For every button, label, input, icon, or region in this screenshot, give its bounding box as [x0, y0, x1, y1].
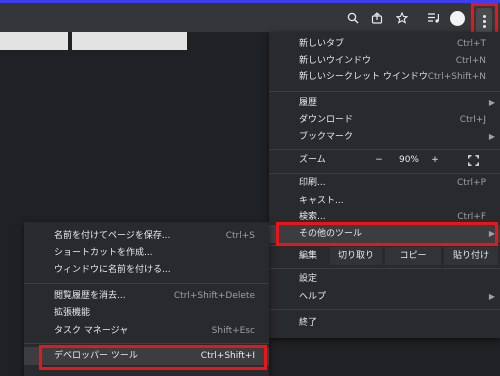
menu-item-print[interactable]: 印刷... Ctrl+P	[269, 174, 500, 192]
submenu-arrow-icon: ▶	[488, 132, 495, 141]
menu-item-history[interactable]: 履歴 ▶	[269, 94, 500, 112]
kebab-menu-icon[interactable]	[476, 8, 492, 34]
menu-divider	[269, 268, 500, 269]
submenu-item-extensions[interactable]: 拡張機能	[24, 304, 269, 322]
submenu-item-clear-data[interactable]: 閲覧履歴を消去... Ctrl+Shift+Delete	[24, 287, 269, 305]
zoom-in-button[interactable]: +	[425, 151, 445, 169]
menu-divider	[269, 149, 500, 150]
edit-paste-button[interactable]: 貼り付け	[444, 247, 498, 265]
bookmark-star-icon[interactable]	[395, 11, 409, 25]
menu-item-find[interactable]: 検索... Ctrl+F	[269, 208, 500, 226]
menu-item-exit[interactable]: 終了	[269, 314, 500, 332]
submenu-item-name-window[interactable]: ウィンドウに名前を付ける...	[24, 261, 269, 279]
submenu-arrow-icon: ▶	[488, 229, 495, 238]
profile-avatar[interactable]	[450, 11, 465, 26]
submenu-arrow-icon: ▶	[488, 98, 495, 107]
menu-divider	[24, 283, 269, 284]
menu-item-downloads[interactable]: ダウンロード Ctrl+J	[269, 111, 500, 129]
zoom-out-button[interactable]: −	[369, 151, 389, 169]
submenu-item-task-manager[interactable]: タスク マネージャ Shift+Esc	[24, 322, 269, 340]
browser-toolbar	[0, 3, 500, 34]
bookmark-bar-item[interactable]	[72, 32, 187, 50]
more-tools-submenu: 名前を付けてページを保存... Ctrl+S ショートカットを作成... ウィン…	[24, 222, 269, 376]
edit-copy-button[interactable]: コピー	[385, 247, 441, 265]
menu-item-new-tab[interactable]: 新しいタブ Ctrl+T	[269, 35, 500, 53]
edit-cut-button[interactable]: 切り取り	[330, 247, 382, 265]
menu-divider	[269, 245, 500, 246]
menu-row-edit: 編集 切り取り コピー 貼り付け	[269, 247, 500, 265]
menu-divider	[269, 309, 500, 310]
media-icon[interactable]	[426, 11, 440, 25]
menu-divider	[24, 343, 269, 344]
menu-item-new-incognito[interactable]: 新しいシークレット ウインドウ Ctrl+Shift+N	[269, 68, 500, 86]
menu-item-settings[interactable]: 設定	[269, 270, 500, 288]
menu-item-bookmarks[interactable]: ブックマーク ▶	[269, 128, 500, 146]
zoom-icon[interactable]	[346, 11, 360, 25]
share-icon[interactable]	[370, 11, 384, 25]
fullscreen-icon[interactable]	[468, 155, 479, 166]
bookmark-bar-item[interactable]	[0, 32, 68, 50]
menu-divider	[269, 91, 500, 92]
submenu-item-save-page[interactable]: 名前を付けてページを保存... Ctrl+S	[24, 227, 269, 245]
submenu-item-devtools[interactable]: デベロッパー ツール Ctrl+Shift+I	[24, 347, 269, 365]
menu-item-help[interactable]: ヘルプ ▶	[269, 288, 500, 306]
menu-item-more-tools[interactable]: その他のツール ▶	[269, 225, 500, 243]
menu-item-zoom: ズーム − 90% +	[269, 151, 500, 170]
zoom-level-value: 90%	[398, 155, 419, 165]
submenu-item-create-shortcut[interactable]: ショートカットを作成...	[24, 244, 269, 262]
submenu-arrow-icon: ▶	[488, 292, 495, 301]
chrome-main-menu: 新しいタブ Ctrl+T 新しいウインドウ Ctrl+N 新しいシークレット ウ…	[269, 32, 500, 338]
